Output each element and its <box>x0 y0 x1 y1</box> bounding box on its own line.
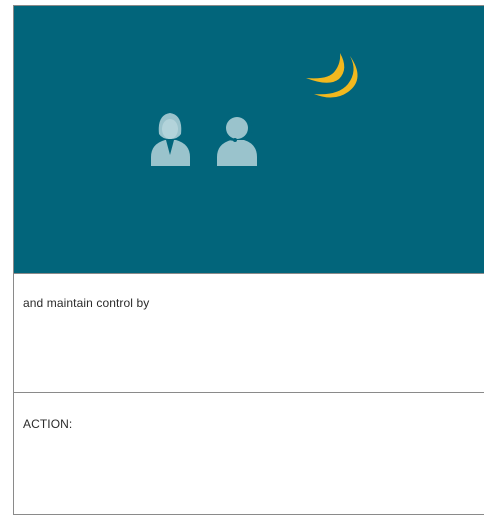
headset-agent-icon <box>217 110 257 166</box>
statement-text: and maintain control by <box>23 296 150 310</box>
statement-panel: and maintain control by <box>14 274 484 392</box>
action-label: ACTION: <box>23 417 73 431</box>
illustration <box>151 53 358 166</box>
illustration-panel <box>14 6 484 273</box>
crescent-moon-icon <box>306 53 358 98</box>
scenario-card: and maintain control by ACTION: <box>13 5 484 515</box>
action-panel: ACTION: <box>14 393 484 514</box>
woman-user-icon <box>151 113 190 166</box>
